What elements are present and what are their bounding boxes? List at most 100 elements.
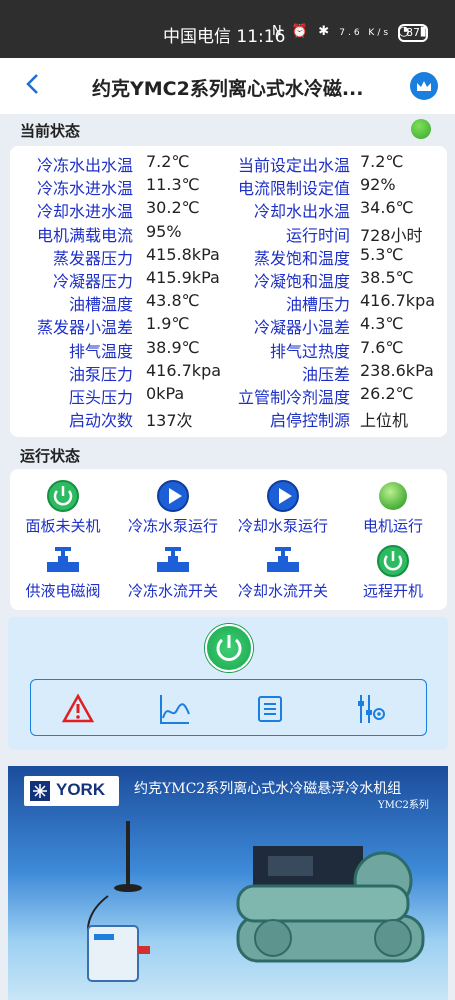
run-status-label: 冷冻水泵运行 bbox=[127, 517, 218, 535]
brand-name: YORK bbox=[56, 780, 106, 799]
crown-icon[interactable] bbox=[410, 72, 438, 100]
status-value: 34.6℃ bbox=[360, 198, 414, 218]
power-icon bbox=[376, 544, 410, 578]
status-label: 排气温度 bbox=[68, 341, 133, 361]
warning-icon bbox=[61, 693, 95, 723]
status-label: 油泵压力 bbox=[68, 364, 133, 384]
status-row: 启动次数 137次 bbox=[10, 407, 225, 430]
status-row: 电机满载电流 95% bbox=[10, 222, 225, 245]
status-value: 上位机 bbox=[360, 411, 409, 431]
status-value: 4.3℃ bbox=[360, 314, 404, 334]
status-row: 蒸发饱和温度 5.3℃ bbox=[215, 245, 445, 268]
status-label: 启动次数 bbox=[68, 411, 133, 431]
online-indicator-icon bbox=[411, 119, 431, 139]
status-label: 冷却水进水温 bbox=[36, 202, 133, 222]
status-row: 冷凝饱和温度 38.5℃ bbox=[215, 268, 445, 291]
york-logo: YORK bbox=[24, 776, 119, 806]
status-row: 冷冻水进水温 11.3℃ bbox=[10, 175, 225, 198]
back-button[interactable] bbox=[24, 72, 40, 102]
banner-title: 约克YMC2系列离心式水冷磁悬浮冷水机组 bbox=[134, 781, 402, 797]
banner-footnote bbox=[240, 988, 243, 998]
status-label: 冷冻水出水温 bbox=[36, 156, 133, 175]
status-label: 油槽温度 bbox=[68, 295, 133, 315]
status-label: 电机满载电流 bbox=[36, 225, 133, 245]
run-status-title: 运行状态 bbox=[20, 447, 81, 465]
status-label: 排气过热度 bbox=[269, 341, 350, 361]
valve-icon bbox=[156, 544, 190, 578]
status-value: 38.5℃ bbox=[360, 268, 414, 287]
status-row: 冷冻水出水温 7.2℃ bbox=[10, 152, 225, 175]
gateway-device-image bbox=[87, 821, 150, 982]
run-status-card: 面板未关机 冷冻水泵运行 冷却水泵运行 电机运行供液电磁阀 冷冻水流开关 冷却水流开关 远程… bbox=[10, 469, 447, 610]
current-status-card: 冷冻水出水温 7.2℃ 冷冻水进水温 11.3℃ 冷却水进水温 30.2℃ 电机满载电流 95… bbox=[10, 146, 447, 437]
status-value: 415.9kPa bbox=[146, 268, 220, 287]
record-list-button[interactable] bbox=[253, 692, 287, 726]
status-row: 运行时间 728小时 bbox=[215, 222, 445, 245]
status-value: 30.2℃ bbox=[146, 198, 200, 218]
status-label: 蒸发饱和温度 bbox=[253, 248, 350, 268]
adjust-settings-icon bbox=[358, 695, 385, 723]
run-status-label: 面板未关机 bbox=[25, 517, 101, 535]
status-value: 95% bbox=[146, 221, 182, 241]
status-value: 415.8kPa bbox=[146, 244, 220, 264]
status-value: 26.2℃ bbox=[360, 384, 414, 403]
run-status-item: 面板未关机 bbox=[8, 479, 118, 536]
run-status-label: 冷却水流开关 bbox=[237, 582, 328, 600]
status-row: 冷凝器小温差 4.3℃ bbox=[215, 314, 445, 337]
chart-icon bbox=[160, 695, 190, 724]
run-status-label: 远程开机 bbox=[362, 582, 423, 600]
run-status-item: 冷却水泵运行 bbox=[228, 479, 338, 536]
power-button[interactable] bbox=[205, 624, 253, 672]
bluetooth-icon: ✱ bbox=[318, 24, 333, 39]
run-status-item: 供液电磁阀 bbox=[8, 544, 118, 601]
status-label: 压头压力 bbox=[68, 388, 133, 407]
status-row: 当前设定出水温 7.2℃ bbox=[215, 152, 445, 175]
status-value: 238.6kPa bbox=[360, 360, 434, 380]
trend-chart-button[interactable] bbox=[158, 692, 192, 726]
nfc-icon: N bbox=[272, 24, 285, 39]
status-value: 38.9℃ bbox=[146, 337, 200, 357]
status-row: 压头压力 0kPa bbox=[10, 384, 225, 407]
valve-icon bbox=[266, 544, 300, 578]
status-row: 冷却水出水温 34.6℃ bbox=[215, 198, 445, 221]
status-label: 冷凝饱和温度 bbox=[253, 272, 350, 291]
status-label: 当前设定出水温 bbox=[237, 156, 350, 175]
speed-text: 7.6 K/s bbox=[339, 28, 392, 38]
alarm-button[interactable] bbox=[61, 692, 95, 726]
status-row: 电流限制设定值 92% bbox=[215, 175, 445, 198]
play-icon bbox=[156, 479, 190, 513]
status-value: 7.2℃ bbox=[360, 152, 404, 171]
status-row: 油槽温度 43.8℃ bbox=[10, 291, 225, 314]
status-label: 油压差 bbox=[301, 364, 350, 384]
status-value: 728小时 bbox=[360, 225, 423, 245]
status-row: 蒸发器压力 415.8kPa bbox=[10, 245, 225, 268]
status-row: 排气温度 38.9℃ bbox=[10, 338, 225, 361]
list-icon bbox=[258, 696, 282, 722]
run-status-label: 冷却水泵运行 bbox=[237, 517, 328, 535]
status-row: 油泵压力 416.7kpa bbox=[10, 361, 225, 384]
status-row: 油压差 238.6kPa bbox=[215, 361, 445, 384]
status-value: 1.9℃ bbox=[146, 314, 190, 334]
status-label: 蒸发器小温差 bbox=[36, 318, 133, 338]
status-value: 7.6℃ bbox=[360, 337, 404, 357]
status-label: 启停控制源 bbox=[269, 411, 350, 431]
power-icon bbox=[46, 479, 80, 513]
chevron-left-icon bbox=[26, 74, 38, 94]
product-banner: YORK 约克YMC2系列离心式水冷磁悬浮冷水机组 YMC2系列 bbox=[8, 766, 448, 1000]
status-label: 冷凝器压力 bbox=[52, 272, 133, 291]
status-row: 立管制冷剂温度 26.2℃ bbox=[215, 384, 445, 407]
status-label: 立管制冷剂温度 bbox=[237, 388, 350, 407]
status-row: 排气过热度 7.6℃ bbox=[215, 338, 445, 361]
run-status-label: 供液电磁阀 bbox=[25, 582, 101, 600]
run-status-label: 冷冻水流开关 bbox=[127, 582, 218, 600]
banner-subtitle: YMC2系列 bbox=[378, 800, 429, 811]
valve-icon bbox=[46, 544, 80, 578]
system-status-bar: 中国电信 11:16 N ⏰ ✱ 7.6 K/s ◔ ▮ 87 bbox=[0, 0, 455, 58]
status-value: 5.3℃ bbox=[360, 244, 404, 264]
battery-icon: 87 bbox=[398, 24, 428, 42]
status-label: 油槽压力 bbox=[285, 295, 350, 315]
settings-button[interactable] bbox=[353, 692, 387, 726]
run-status-label: 电机运行 bbox=[362, 517, 423, 535]
run-status-item: 冷冻水流开关 bbox=[118, 544, 228, 601]
led-icon bbox=[376, 479, 410, 513]
